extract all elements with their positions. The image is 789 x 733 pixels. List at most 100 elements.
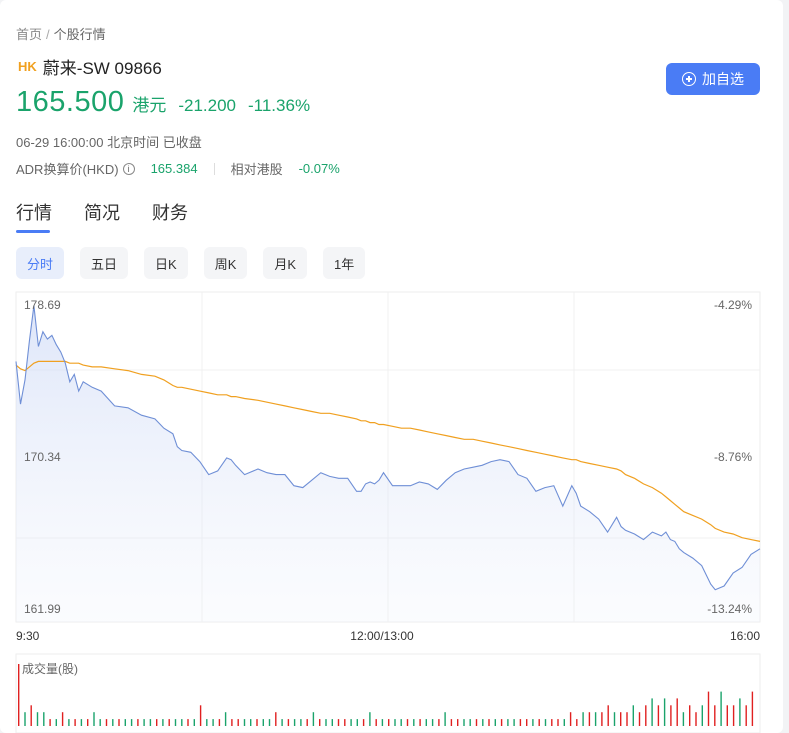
volume-bar [369, 712, 371, 726]
volume-bar [457, 719, 459, 726]
volume-bar [651, 698, 653, 726]
volume-bar [745, 705, 747, 726]
volume-bar [601, 712, 603, 726]
volume-bar [36, 712, 39, 726]
volume-bar [199, 705, 202, 726]
volume-bar [381, 719, 384, 726]
volume-bar [300, 719, 302, 726]
x-tick: 16:00 [730, 629, 760, 643]
y-left-tick: 170.34 [24, 450, 61, 464]
volume-bar [99, 719, 101, 726]
volume-bar [732, 705, 735, 726]
y-right-tick: -8.76% [714, 450, 752, 464]
volume-bar [406, 719, 409, 726]
volume-bar [431, 719, 434, 726]
volume-bar [613, 712, 616, 726]
volume-bar [682, 712, 685, 726]
volume-bar [143, 719, 145, 726]
volume-bar [463, 719, 465, 726]
x-tick: 9:30 [16, 629, 40, 643]
volume-bar [149, 719, 152, 726]
volume-bar [507, 719, 509, 726]
volume-bar [87, 719, 89, 726]
volume-bar [438, 719, 440, 726]
volume-bar [306, 719, 308, 726]
volume-bar [657, 705, 660, 726]
volume-bar [663, 698, 666, 726]
volume-bar [250, 719, 252, 726]
volume-bar [500, 719, 503, 726]
volume-bar [707, 691, 710, 726]
volume-bar [344, 719, 346, 726]
volume-bar [174, 719, 177, 726]
volume-bar [256, 719, 258, 726]
intraday-chart[interactable]: 178.69 170.34 161.99 -4.29% -8.76% -13.24% 9:3… [0, 0, 789, 733]
volume-bar [30, 705, 32, 726]
y-left-tick: 161.99 [24, 602, 61, 616]
volume-bar [739, 698, 741, 726]
volume-bar [312, 712, 315, 726]
volume-bar [551, 719, 553, 726]
volume-bar [720, 691, 722, 726]
volume-bar [488, 719, 490, 726]
volume-bar [557, 719, 559, 726]
volume-bar [714, 705, 716, 726]
volume-bar [68, 719, 70, 726]
volume-bar [237, 719, 239, 726]
volume-bar [519, 719, 522, 726]
volume-bar [563, 719, 565, 726]
volume-bar [325, 719, 327, 726]
volume-bar [513, 719, 515, 726]
volume-bar [187, 719, 189, 726]
volume-bar [168, 719, 170, 726]
volume-bar [193, 719, 195, 726]
volume-bar [400, 719, 402, 726]
volume-bar [93, 712, 95, 726]
volume-title: 成交量(股) [22, 662, 78, 676]
volume-bar [156, 719, 158, 726]
volume-bar [268, 719, 271, 726]
volume-bar [212, 719, 214, 726]
volume-bar [638, 712, 641, 726]
x-tick: 12:00/13:00 [350, 629, 414, 643]
volume-bar [281, 719, 283, 726]
volume-bar [569, 712, 572, 726]
volume-bar [49, 719, 51, 726]
volume-bar [607, 705, 609, 726]
volume-bar [275, 712, 277, 726]
volume-bar [695, 712, 697, 726]
volume-bar [206, 719, 208, 726]
volume-bar [394, 719, 396, 726]
volume-bar [620, 712, 622, 726]
volume-bar [645, 705, 647, 726]
volume-bar [526, 719, 528, 726]
volume-bar [632, 705, 634, 726]
y-right-tick: -4.29% [714, 298, 752, 312]
volume-bar [626, 712, 628, 726]
volume-bar [74, 719, 76, 726]
volume-bar [43, 712, 45, 726]
volume-bar [181, 719, 183, 726]
volume-bar [124, 719, 126, 726]
volume-bar [293, 719, 296, 726]
y-left-tick: 178.69 [24, 298, 61, 312]
volume-bar [538, 719, 540, 726]
volume-bar [388, 719, 390, 726]
volume-bar [118, 719, 120, 726]
volume-bar [162, 719, 164, 726]
volume-bar [287, 719, 290, 726]
volume-bar [450, 719, 453, 726]
volume-bar [594, 712, 597, 726]
volume-bar [482, 719, 484, 726]
volume-bar [475, 719, 478, 726]
volume-bar [544, 719, 547, 726]
volume-bar [243, 719, 246, 726]
volume-bar [751, 691, 754, 726]
volume-bar [55, 719, 57, 726]
volume-bar [61, 712, 64, 726]
volume-bar [576, 719, 578, 726]
volume-bar [356, 719, 358, 726]
volume-bar [676, 698, 678, 726]
y-right-tick: -13.24% [707, 602, 752, 616]
volume-bar [331, 719, 333, 726]
